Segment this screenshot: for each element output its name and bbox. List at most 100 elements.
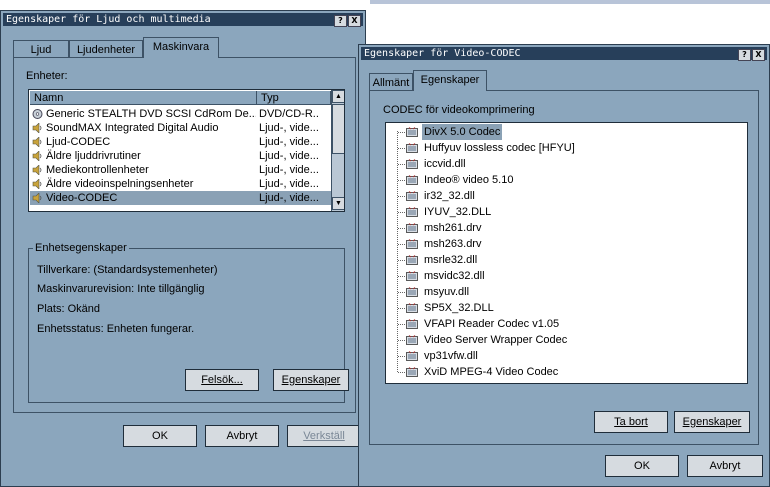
device-row[interactable]: SoundMAX Integrated Digital Audio Ljud-,… [30, 121, 331, 135]
codec-dialog-title: Egenskaper för Video-CODEC [364, 48, 521, 59]
audio-dialog-title: Egenskaper för Ljud och multimedia [6, 14, 211, 25]
codec-item[interactable]: Video Server Wrapper Codec [386, 332, 686, 348]
codec-item[interactable]: msvidc32.dll [386, 268, 686, 284]
codec-ok-label: OK [634, 460, 650, 472]
tab-allmant[interactable]: Allmänt [369, 73, 413, 91]
audio-apply-button[interactable]: Verkställ [287, 425, 361, 447]
device-name: SoundMAX Integrated Digital Audio [46, 122, 219, 134]
scroll-thumb[interactable] [332, 104, 344, 154]
codec-item[interactable]: Indeo® video 5.10 [386, 172, 686, 188]
codec-item[interactable]: IYUV_32.DLL [386, 204, 686, 220]
device-type: Ljud-, vide... [259, 122, 319, 134]
cdrom-icon [32, 109, 43, 119]
audio-ok-button[interactable]: OK [123, 425, 197, 447]
codec-item[interactable]: msyuv.dll [386, 284, 686, 300]
devices-list[interactable]: Namn Typ Generic STEALTH DVD SCSI CdRom … [28, 89, 345, 212]
troubleshoot-button[interactable]: Felsök... [185, 369, 259, 391]
codec-tree[interactable]: DivX 5.0 Codec Huffyuv lossless codec [HF… [385, 122, 748, 384]
codec-cancel-label: Avbryt [709, 460, 741, 472]
codec-item[interactable]: iccvid.dll [386, 156, 686, 172]
codec-properties-button[interactable]: Egenskaper [674, 411, 750, 433]
device-properties-group: Enhetsegenskaper Tillverkare: (Standards… [28, 242, 349, 403]
audio-cancel-button[interactable]: Avbryt [205, 425, 279, 447]
column-header-type[interactable]: Typ [257, 91, 331, 105]
codec-dialog-titlebar[interactable]: Egenskaper för Video-CODEC ? X [361, 47, 767, 61]
codec-name: vp31vfw.dll [424, 350, 478, 362]
codec-icon [406, 159, 418, 169]
location-text: Plats: Okänd [37, 303, 100, 315]
codec-item[interactable]: msrle32.dll [386, 252, 686, 268]
codec-icon [406, 271, 418, 281]
scroll-up-icon[interactable]: ▲ [332, 90, 344, 103]
codec-icon [406, 239, 418, 249]
device-row[interactable]: Äldre videoinspelningsenheter Ljud-, vid… [30, 177, 331, 191]
tab-ljud[interactable]: Ljud [13, 40, 69, 58]
close-icon[interactable]: X [752, 49, 765, 61]
codec-item-selected[interactable]: DivX 5.0 Codec [386, 124, 686, 140]
column-header-name[interactable]: Namn [30, 91, 257, 105]
tab-ljudenheter[interactable]: Ljudenheter [69, 40, 143, 58]
codec-item[interactable]: Huffyuv lossless codec [HFYU] [386, 140, 686, 156]
device-type: Ljud-, vide... [259, 150, 319, 162]
device-name: Mediekontrollenheter [46, 164, 149, 176]
codec-item[interactable]: VFAPI Reader Codec v1.05 [386, 316, 686, 332]
codec-item[interactable]: msh261.drv [386, 220, 686, 236]
audio-dialog-titlebar[interactable]: Egenskaper för Ljud och multimedia ? X [3, 13, 363, 27]
codec-name: msvidc32.dll [424, 270, 485, 282]
device-type: Ljud-, vide... [259, 136, 319, 148]
codec-icon [406, 127, 418, 137]
codec-name: SP5X_32.DLL [424, 302, 494, 314]
codec-item[interactable]: msh263.drv [386, 236, 686, 252]
device-row[interactable]: Äldre ljuddrivrutiner Ljud-, vide... [30, 149, 331, 163]
tree-branch [398, 340, 405, 341]
remove-codec-button[interactable]: Ta bort [594, 411, 668, 433]
devices-scrollbar[interactable]: ▲ ▼ [331, 90, 344, 211]
codec-item[interactable]: SP5X_32.DLL [386, 300, 686, 316]
tree-branch [398, 292, 405, 293]
tab-maskinvara-label: Maskinvara [152, 41, 210, 53]
scroll-down-icon[interactable]: ▼ [332, 197, 344, 210]
close-icon[interactable]: X [348, 15, 361, 27]
device-row[interactable]: Mediekontrollenheter Ljud-, vide... [30, 163, 331, 177]
tab-maskinvara[interactable]: Maskinvara [143, 37, 219, 58]
codec-ok-button[interactable]: OK [605, 455, 679, 477]
speaker-icon [32, 193, 42, 203]
device-name: Ljud-CODEC [46, 136, 111, 148]
codec-icon [406, 223, 418, 233]
help-icon[interactable]: ? [738, 49, 751, 61]
codec-name: msh261.drv [424, 222, 482, 234]
device-name: Äldre ljuddrivrutiner [46, 150, 141, 162]
device-type: Ljud-, vide... [259, 164, 319, 176]
help-icon[interactable]: ? [334, 15, 347, 27]
codec-item[interactable]: XviD MPEG-4 Video Codec [386, 364, 686, 380]
device-name: Äldre videoinspelningsenheter [46, 178, 194, 190]
tab-ljud-label: Ljud [30, 44, 52, 56]
device-row[interactable]: Ljud-CODEC Ljud-, vide... [30, 135, 331, 149]
codec-properties-label: Egenskaper [682, 416, 742, 428]
codec-name: msrle32.dll [424, 254, 478, 266]
codec-icon [406, 367, 418, 377]
codec-icon [406, 287, 418, 297]
device-type: Ljud-, vide... [259, 192, 319, 204]
codec-icon [406, 207, 418, 217]
device-row-selected[interactable]: Video-CODEC Ljud-, vide... [30, 191, 331, 205]
speaker-icon [32, 123, 42, 133]
tab-ljudenheter-label: Ljudenheter [76, 44, 136, 56]
tree-branch [398, 132, 405, 133]
tree-branch [398, 244, 405, 245]
device-properties-button[interactable]: Egenskaper [273, 369, 349, 391]
codec-name: Huffyuv lossless codec [HFYU] [424, 142, 575, 154]
codec-item[interactable]: ir32_32.dll [386, 188, 686, 204]
codec-icon [406, 351, 418, 361]
tab-allmant-label: Allmänt [372, 77, 410, 89]
codec-item[interactable]: vp31vfw.dll [386, 348, 686, 364]
codec-cancel-button[interactable]: Avbryt [687, 455, 763, 477]
codec-icon [406, 191, 418, 201]
tab-egenskaper[interactable]: Egenskaper [413, 70, 487, 91]
device-type: Ljud-, vide... [259, 178, 319, 190]
codec-name: VFAPI Reader Codec v1.05 [424, 318, 560, 330]
device-row[interactable]: Generic STEALTH DVD SCSI CdRom De... DVD… [30, 107, 331, 121]
tree-branch [398, 260, 405, 261]
codec-properties-dialog: Egenskaper för Video-CODEC ? X Allmänt Eg… [358, 44, 770, 487]
codec-icon [406, 303, 418, 313]
